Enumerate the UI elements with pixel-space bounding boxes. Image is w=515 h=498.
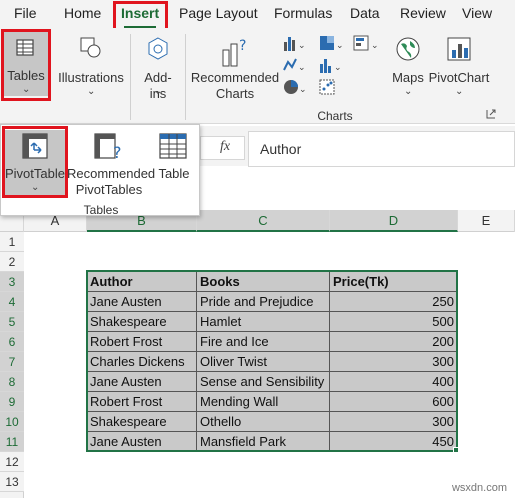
- row-header[interactable]: 3: [0, 272, 24, 292]
- column-header-d[interactable]: D: [330, 210, 458, 232]
- row-header[interactable]: 8: [0, 372, 24, 392]
- charts-group-label: Charts: [317, 109, 353, 123]
- formula-input[interactable]: Author: [248, 131, 515, 167]
- row-header[interactable]: 6: [0, 332, 24, 352]
- watermark: wsxdn.com: [451, 482, 507, 494]
- chevron-down-icon: ⌄: [455, 86, 464, 97]
- row-header[interactable]: 5: [0, 312, 24, 332]
- tab-data[interactable]: Data: [350, 5, 380, 21]
- row-header[interactable]: 4: [0, 292, 24, 312]
- bar-chart-icon[interactable]: ⌄: [352, 34, 380, 52]
- table-button[interactable]: Table: [153, 130, 195, 196]
- column-header-c[interactable]: C: [197, 210, 330, 232]
- row-header[interactable]: 1: [0, 232, 24, 252]
- maps-button[interactable]: Maps ⌄: [388, 32, 428, 97]
- column-header-e[interactable]: E: [458, 210, 515, 232]
- hierarchy-chart-icon[interactable]: ⌄: [318, 34, 344, 52]
- add-ins-button[interactable]: Add-ins ⌄: [136, 32, 180, 101]
- globe-icon: [395, 36, 421, 62]
- pivotchart-icon: [446, 36, 472, 62]
- divider: [130, 34, 131, 120]
- add-ins-icon: [145, 36, 171, 62]
- svg-text:⌄: ⌄: [336, 41, 344, 51]
- illustrations-label: Illustrations: [58, 70, 124, 85]
- row-header[interactable]: 11: [0, 432, 24, 452]
- svg-text:⌄: ⌄: [371, 41, 379, 51]
- row-header[interactable]: 10: [0, 412, 24, 432]
- row-header[interactable]: 13: [0, 472, 24, 492]
- svg-text:⌄: ⌄: [334, 63, 342, 73]
- chevron-down-icon: ⌄: [87, 86, 96, 97]
- fill-handle[interactable]: [453, 447, 459, 453]
- tab-file[interactable]: File: [14, 5, 37, 21]
- tab-home[interactable]: Home: [64, 5, 101, 21]
- insert-function-icon[interactable]: fx: [220, 139, 230, 155]
- chart-types-grid: ⌄ ⌄ ⌄ ⌄ ⌄ ⌄: [280, 34, 388, 100]
- illustrations-button[interactable]: Illustrations ⌄: [56, 32, 126, 97]
- recommended-charts-label-1: Recommended: [190, 70, 280, 85]
- menu-bar: File Home Insert Page Layout Formulas Da…: [0, 0, 515, 28]
- dialog-launcher-icon[interactable]: [486, 109, 496, 119]
- tab-formulas[interactable]: Formulas: [274, 5, 332, 21]
- shapes-icon: [79, 36, 103, 60]
- pivottable-highlight: [2, 126, 68, 198]
- pivotchart-button[interactable]: PivotChart ⌄: [428, 32, 490, 97]
- table-icon: [158, 132, 188, 160]
- svg-text:?: ?: [113, 143, 122, 162]
- pie-chart-icon[interactable]: ⌄: [282, 78, 308, 96]
- selection-border: [86, 270, 458, 452]
- row-header[interactable]: 9: [0, 392, 24, 412]
- recommended-pivottables-label-2: PivotTables: [75, 182, 143, 197]
- tab-page-layout[interactable]: Page Layout: [179, 5, 258, 21]
- line-chart-icon[interactable]: ⌄: [282, 56, 308, 74]
- row-header[interactable]: 2: [0, 252, 24, 272]
- row-header[interactable]: 12: [0, 452, 24, 472]
- tables-group-label: Tables: [83, 203, 119, 217]
- tab-review[interactable]: Review: [400, 5, 446, 21]
- row-header[interactable]: 7: [0, 352, 24, 372]
- recommended-charts-label-2: Charts: [215, 86, 255, 101]
- scatter-chart-icon[interactable]: [318, 78, 344, 96]
- statistic-chart-icon[interactable]: ⌄: [318, 56, 344, 74]
- recommended-charts-button[interactable]: ? Recommended Charts: [190, 32, 280, 102]
- divider: [185, 34, 186, 120]
- recommended-pivottables-button[interactable]: ? Recommended PivotTables: [67, 130, 156, 197]
- recommended-pivottables-icon: ?: [93, 132, 125, 162]
- pivotchart-label: PivotChart: [428, 70, 490, 85]
- recommended-charts-icon: ?: [220, 36, 250, 68]
- column-chart-icon[interactable]: ⌄: [282, 34, 308, 52]
- chevron-down-icon: ⌄: [404, 86, 413, 97]
- tab-view[interactable]: View: [462, 5, 492, 21]
- tables-button-highlight: [1, 29, 51, 101]
- svg-text:⌄: ⌄: [298, 41, 306, 51]
- svg-text:?: ?: [239, 38, 246, 54]
- svg-text:⌄: ⌄: [299, 85, 307, 95]
- recommended-pivottables-label-1: Recommended: [67, 166, 156, 181]
- table-label: Table: [158, 166, 190, 181]
- maps-label: Maps: [392, 70, 424, 85]
- svg-text:⌄: ⌄: [298, 63, 306, 73]
- chevron-down-icon: ⌄: [154, 86, 163, 97]
